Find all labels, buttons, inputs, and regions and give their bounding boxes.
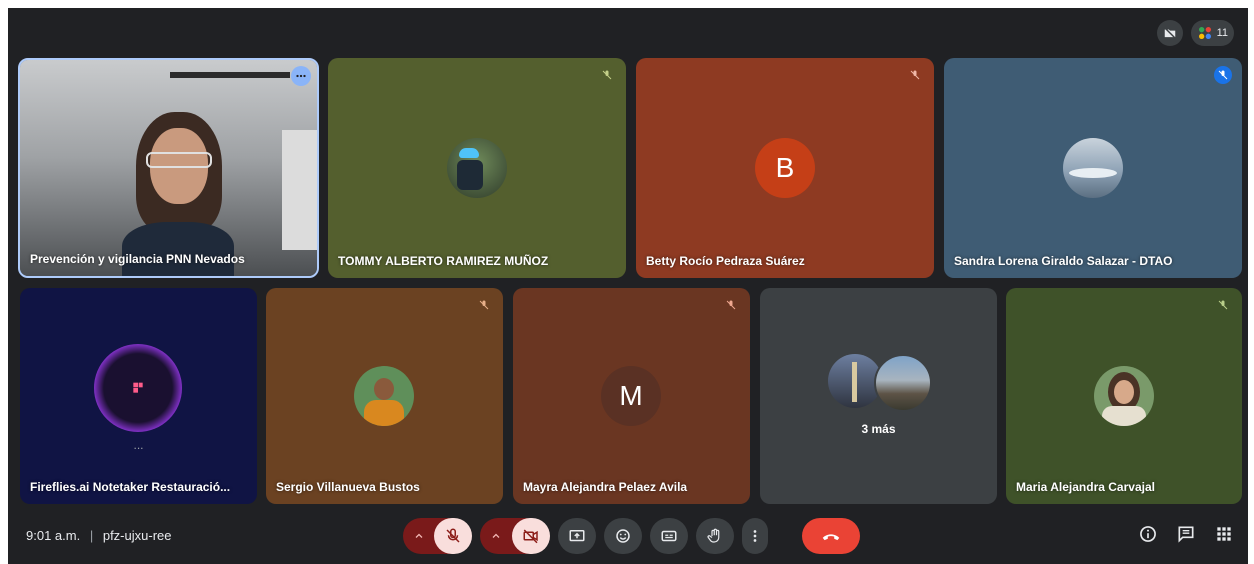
mic-off-indicator [1214, 296, 1232, 314]
participant-tile[interactable]: ... Fireflies.ai Notetaker Restauració..… [20, 288, 257, 504]
present-screen-icon [569, 530, 585, 542]
hand-icon [707, 528, 720, 543]
chevron-up-icon [415, 533, 423, 538]
info-icon [1140, 526, 1156, 542]
participant-name: Mayra Alejandra Pelaez Avila [523, 480, 688, 494]
more-vertical-icon [753, 530, 757, 542]
microphone-toggle-button[interactable] [434, 518, 472, 554]
fireflies-logo [94, 344, 182, 432]
mic-off-indicator [722, 296, 740, 314]
initial-avatar: M [601, 366, 661, 426]
camera-off-icon [523, 529, 538, 544]
profile-photo [874, 354, 932, 412]
mic-off-icon [1218, 300, 1228, 310]
reactions-button[interactable] [604, 518, 642, 554]
participant-name: Sandra Lorena Giraldo Salazar - DTAO [954, 254, 1173, 268]
mic-off-icon [602, 70, 612, 80]
participant-name: Prevención y vigilancia PNN Nevados [30, 252, 245, 266]
participants-shapes-icon [1198, 27, 1211, 39]
profile-photo [1063, 138, 1123, 198]
participant-tile[interactable]: Maria Alejandra Carvajal [1006, 288, 1242, 504]
more-options-button[interactable] [742, 518, 768, 554]
background-shelf [170, 72, 290, 78]
mic-off-indicator [598, 66, 616, 84]
separator: | [89, 528, 94, 543]
profile-photo [1094, 366, 1154, 426]
meet-window: 11 Prevención y vigilancia PNN Nevados T… [8, 8, 1248, 564]
participant-count: 11 [1216, 27, 1228, 39]
mic-off-icon [479, 300, 489, 310]
activities-button[interactable]: 11 [1190, 20, 1234, 46]
more-count-label: 3 más [861, 422, 896, 436]
participant-tile[interactable]: TOMMY ALBERTO RAMIREZ MUÑOZ [328, 58, 626, 278]
mic-off-icon [446, 528, 460, 543]
participant-tile[interactable]: Sergio Villanueva Bustos [266, 288, 503, 504]
camera-toggle-button[interactable] [512, 518, 550, 554]
more-participants-tile[interactable]: 3 más [760, 288, 997, 504]
closed-captions-icon [661, 530, 677, 542]
present-screen-button[interactable] [558, 518, 596, 554]
participant-name: Fireflies.ai Notetaker Restauració... [30, 480, 231, 494]
apps-grid-icon [1217, 527, 1231, 541]
more-options-button[interactable] [291, 66, 311, 86]
participant-tile[interactable]: B Betty Rocío Pedraza Suárez [636, 58, 934, 278]
raise-hand-button[interactable] [696, 518, 734, 554]
initial-avatar: B [755, 138, 815, 198]
emoji-icon [616, 529, 630, 543]
host-controls-button[interactable] [1156, 20, 1183, 46]
captions-button[interactable] [650, 518, 688, 554]
mic-off-icon [1218, 70, 1228, 80]
top-right-toolbar: 11 [1156, 20, 1234, 46]
folder-lock-icon [1164, 27, 1175, 39]
mic-off-indicator [1214, 66, 1232, 84]
bottom-toolbar: 9:01 a.m. | pfz-ujxu-ree [8, 508, 1248, 564]
mic-off-indicator [475, 296, 493, 314]
mic-off-icon [726, 300, 736, 310]
meeting-info: 9:01 a.m. | pfz-ujxu-ree [26, 528, 171, 543]
participant-name: Sergio Villanueva Bustos [276, 480, 420, 494]
leave-call-button[interactable] [802, 518, 860, 554]
participant-tile[interactable]: M Mayra Alejandra Pelaez Avila [513, 288, 750, 504]
chevron-up-icon [492, 533, 500, 538]
participant-name: Betty Rocío Pedraza Suárez [646, 254, 805, 268]
participant-name: TOMMY ALBERTO RAMIREZ MUÑOZ [338, 254, 549, 268]
glasses [146, 152, 212, 168]
current-time: 9:01 a.m. [26, 528, 81, 543]
chat-icon [1178, 526, 1194, 543]
participant-name: Maria Alejandra Carvajal [1016, 480, 1155, 494]
right-toolbar [1138, 524, 1234, 549]
end-call-icon [822, 534, 840, 541]
background-door [282, 130, 317, 250]
profile-photo [447, 138, 507, 198]
loading-dots: ... [133, 438, 144, 452]
profile-photo [354, 366, 414, 426]
chat-button[interactable] [1176, 524, 1196, 549]
participant-tile[interactable]: Sandra Lorena Giraldo Salazar - DTAO [944, 58, 1242, 278]
mic-off-icon [910, 70, 920, 80]
meeting-code: pfz-ujxu-ree [102, 528, 172, 543]
fireflies-icon [133, 382, 143, 393]
participant-tile-self[interactable]: Prevención y vigilancia PNN Nevados [18, 58, 319, 278]
more-horizontal-icon [296, 74, 306, 78]
meeting-details-button[interactable] [1138, 524, 1158, 549]
mic-off-indicator [906, 66, 924, 84]
activities-grid-button[interactable] [1214, 524, 1234, 549]
